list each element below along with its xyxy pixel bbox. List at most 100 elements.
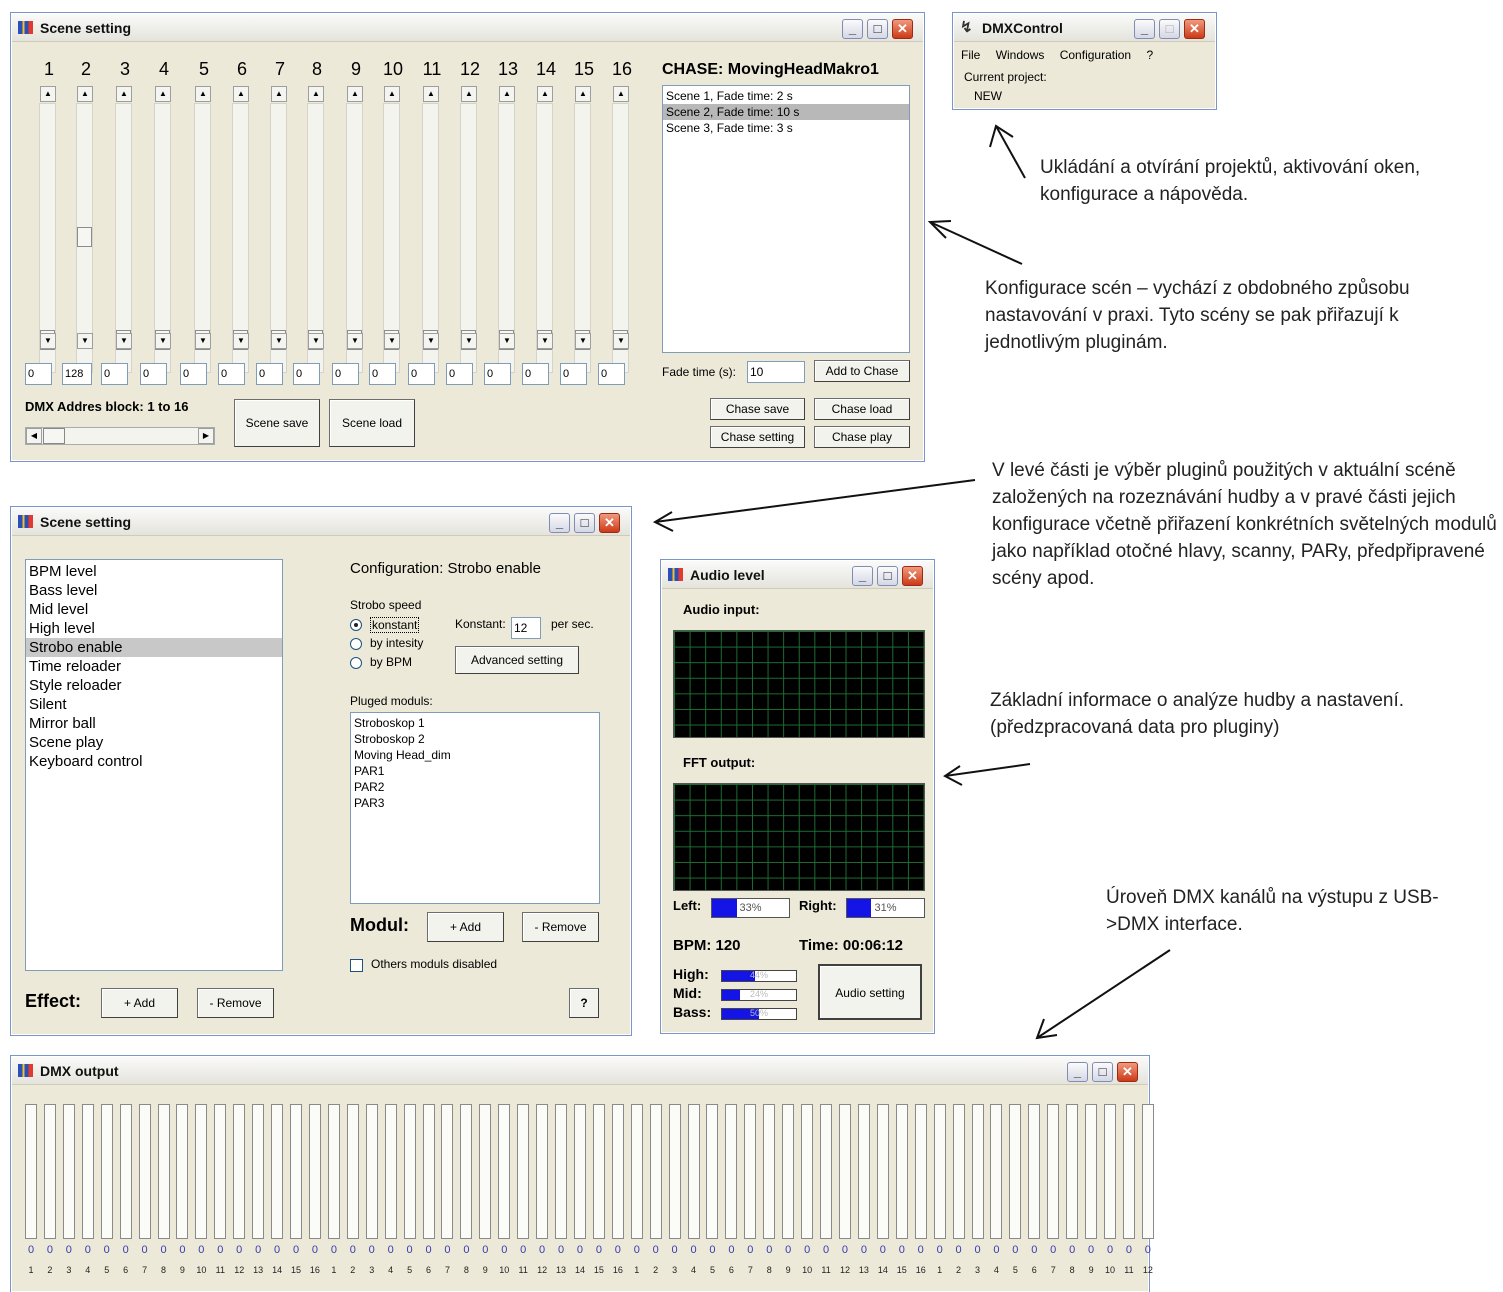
scrollbar-thumb[interactable]: [43, 428, 65, 444]
slider-down-icon[interactable]: ▼: [423, 333, 439, 349]
others-disabled-checkbox[interactable]: [350, 959, 363, 972]
close-button[interactable]: ✕: [892, 19, 913, 39]
radio-button[interactable]: [350, 619, 362, 631]
effects-list[interactable]: BPM level Bass level Mid level High level St…: [25, 559, 283, 971]
slider-up-icon[interactable]: ▲: [499, 86, 515, 102]
effect-remove-button[interactable]: - Remove: [197, 988, 274, 1018]
modul-list-item[interactable]: PAR3: [351, 795, 599, 811]
slider-up-icon[interactable]: ▲: [233, 86, 249, 102]
chase-setting-button[interactable]: Chase setting: [710, 426, 805, 448]
maximize-button[interactable]: □: [574, 513, 595, 533]
title-bar[interactable]: DMX output _ □ ✕: [12, 1057, 1148, 1085]
radio-button[interactable]: [350, 657, 362, 669]
effect-list-item[interactable]: Style reloader: [26, 676, 282, 695]
chase-list-item[interactable]: Scene 2, Fade time: 10 s: [663, 104, 909, 120]
chase-list-item[interactable]: Scene 3, Fade time: 3 s: [663, 120, 909, 136]
slider-down-icon[interactable]: ▼: [613, 333, 629, 349]
slider-up-icon[interactable]: ▲: [461, 86, 477, 102]
slider-up-icon[interactable]: ▲: [308, 86, 324, 102]
slider-up-icon[interactable]: ▲: [271, 86, 287, 102]
scroll-left-icon[interactable]: ◀: [26, 428, 42, 444]
minimize-button[interactable]: _: [1134, 19, 1155, 39]
slider-down-icon[interactable]: ▼: [116, 333, 132, 349]
fade-time-input[interactable]: 10: [747, 361, 805, 383]
close-button[interactable]: ✕: [1184, 19, 1205, 39]
chase-list[interactable]: Scene 1, Fade time: 2 s Scene 2, Fade tim…: [662, 85, 910, 353]
chase-save-button[interactable]: Chase save: [710, 398, 805, 420]
channel-value-input[interactable]: 0: [598, 363, 625, 385]
maximize-button[interactable]: □: [867, 19, 888, 39]
channel-value-input[interactable]: 0: [332, 363, 359, 385]
channel-value-input[interactable]: 0: [256, 363, 283, 385]
modul-list-item[interactable]: Stroboskop 1: [351, 715, 599, 731]
slider-down-icon[interactable]: ▼: [233, 333, 249, 349]
channel-value-input[interactable]: 0: [218, 363, 245, 385]
horizontal-scrollbar[interactable]: ◀ ▶: [25, 427, 215, 445]
slider-up-icon[interactable]: ▲: [155, 86, 171, 102]
slider-down-icon[interactable]: ▼: [461, 333, 477, 349]
slider-up-icon[interactable]: ▲: [77, 86, 93, 102]
channel-value-input[interactable]: 0: [140, 363, 167, 385]
minimize-button[interactable]: _: [842, 19, 863, 39]
effect-list-item[interactable]: Keyboard control: [26, 752, 282, 771]
audio-setting-button[interactable]: Audio setting: [818, 964, 922, 1020]
channel-value-input[interactable]: 0: [446, 363, 473, 385]
effect-list-item[interactable]: Time reloader: [26, 657, 282, 676]
effect-add-button[interactable]: + Add: [101, 988, 178, 1018]
modul-list-item[interactable]: PAR1: [351, 763, 599, 779]
slider-up-icon[interactable]: ▲: [537, 86, 553, 102]
channel-value-input[interactable]: 0: [293, 363, 320, 385]
minimize-button[interactable]: _: [1067, 1062, 1088, 1082]
chase-load-button[interactable]: Chase load: [814, 398, 910, 420]
maximize-button[interactable]: □: [1159, 19, 1180, 39]
channel-value-input[interactable]: 0: [408, 363, 435, 385]
effect-list-item[interactable]: High level: [26, 619, 282, 638]
scene-save-button[interactable]: Scene save: [234, 399, 320, 447]
slider-down-icon[interactable]: ▼: [537, 333, 553, 349]
effect-list-item[interactable]: Bass level: [26, 581, 282, 600]
slider-down-icon[interactable]: ▼: [77, 333, 93, 349]
modul-list-item[interactable]: PAR2: [351, 779, 599, 795]
channel-value-input[interactable]: 0: [369, 363, 396, 385]
radio-button[interactable]: [350, 638, 362, 650]
channel-value-input[interactable]: 128: [62, 363, 92, 385]
chase-play-button[interactable]: Chase play: [814, 426, 910, 448]
slider-up-icon[interactable]: ▲: [195, 86, 211, 102]
slider-down-icon[interactable]: ▼: [271, 333, 287, 349]
modul-list-item[interactable]: Moving Head_dim: [351, 747, 599, 763]
effect-list-item[interactable]: BPM level: [26, 562, 282, 581]
slider-down-icon[interactable]: ▼: [155, 333, 171, 349]
slider-down-icon[interactable]: ▼: [575, 333, 591, 349]
menu-configuration[interactable]: Configuration: [1060, 48, 1131, 62]
modul-list-item[interactable]: Stroboskop 2: [351, 731, 599, 747]
maximize-button[interactable]: □: [1092, 1062, 1113, 1082]
slider-down-icon[interactable]: ▼: [347, 333, 363, 349]
minimize-button[interactable]: _: [852, 566, 873, 586]
slider-up-icon[interactable]: ▲: [40, 86, 56, 102]
slider-up-icon[interactable]: ▲: [116, 86, 132, 102]
effect-list-item[interactable]: Strobo enable: [26, 638, 282, 657]
slider-down-icon[interactable]: ▼: [499, 333, 515, 349]
channel-value-input[interactable]: 0: [560, 363, 587, 385]
advanced-setting-button[interactable]: Advanced setting: [455, 646, 579, 674]
close-button[interactable]: ✕: [1117, 1062, 1138, 1082]
menu-help[interactable]: ?: [1146, 48, 1153, 62]
channel-value-input[interactable]: 0: [101, 363, 128, 385]
slider-up-icon[interactable]: ▲: [613, 86, 629, 102]
slider-down-icon[interactable]: ▼: [195, 333, 211, 349]
title-bar[interactable]: Scene setting _ □ ✕: [12, 14, 923, 42]
add-to-chase-button[interactable]: Add to Chase: [814, 360, 910, 382]
slider-thumb[interactable]: [77, 227, 92, 247]
help-button[interactable]: ?: [569, 988, 599, 1018]
moduls-list[interactable]: Stroboskop 1 Stroboskop 2 Moving Head_dim P…: [350, 712, 600, 904]
title-bar[interactable]: Scene setting _ □ ✕: [12, 508, 630, 536]
slider-up-icon[interactable]: ▲: [347, 86, 363, 102]
scene-load-button[interactable]: Scene load: [329, 399, 415, 447]
close-button[interactable]: ✕: [902, 566, 923, 586]
chase-list-item[interactable]: Scene 1, Fade time: 2 s: [663, 88, 909, 104]
title-bar[interactable]: ↯ DMXControl _ □ ✕: [954, 14, 1215, 42]
modul-add-button[interactable]: + Add: [427, 912, 504, 942]
menu-file[interactable]: File: [961, 48, 980, 62]
channel-value-input[interactable]: 0: [484, 363, 511, 385]
maximize-button[interactable]: □: [877, 566, 898, 586]
